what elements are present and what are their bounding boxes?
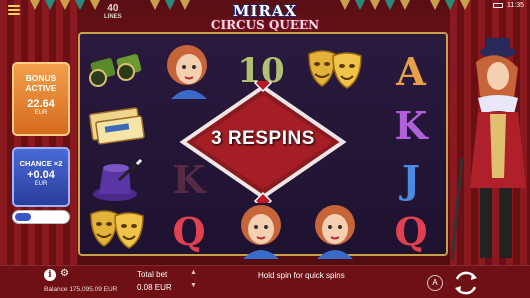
info-button[interactable]: i — [44, 269, 56, 281]
battery-icon — [493, 3, 503, 8]
comedy-masks-icon — [90, 210, 144, 249]
status-bar: 11:35 — [493, 2, 524, 9]
bet-decrease-icon[interactable]: ▼ — [190, 282, 197, 289]
bonus-active-panel: BONUS ACTIVE 22.64 EUR — [12, 62, 70, 136]
gear-icon[interactable]: ⚙ — [60, 269, 70, 279]
balance-display: Balance 175,095.09 EUR — [44, 286, 117, 293]
letter-k: K — [394, 102, 428, 148]
total-bet-value: 0.08 EUR — [137, 283, 172, 292]
spin-button[interactable] — [452, 269, 480, 297]
symbol-circus-queen — [300, 196, 370, 266]
letter-q: Q — [394, 208, 428, 254]
clock: 11:35 — [507, 2, 524, 9]
autoplay-button[interactable]: A — [427, 275, 443, 291]
bet-increase-icon[interactable]: ▲ — [190, 269, 197, 276]
binoculars-icon — [89, 54, 142, 87]
bonus-value: 22.64 — [27, 97, 55, 110]
letter-a: A — [396, 48, 426, 94]
lines-number: 40 — [107, 3, 119, 14]
circus-queen-portrait-icon — [241, 205, 281, 259]
bonus-title-line2: ACTIVE — [25, 82, 57, 93]
balance-value: 175,095.09 EUR — [69, 286, 118, 293]
chance-currency: EUR — [34, 181, 48, 187]
symbol-circus-queen — [226, 196, 296, 266]
letter-j: J — [402, 156, 420, 202]
chance-x2-panel[interactable]: CHANCE ×2 +0.04 EUR — [12, 147, 70, 207]
ticket-icon — [88, 107, 145, 145]
symbol-letter-q: Q — [376, 196, 446, 266]
menu-line — [8, 5, 20, 7]
chance-toggle[interactable] — [12, 210, 70, 224]
chance-value: +0.04 — [27, 169, 55, 181]
game-stage: 11:35 40 LINES MIRAX CIRCUS QUEEN K Q 10… — [0, 0, 530, 298]
quick-spin-hint: Hold spin for quick spins — [258, 271, 345, 280]
lines-label: LINES — [104, 14, 122, 20]
menu-button[interactable] — [8, 5, 20, 15]
chance-title: CHANCE ×2 — [19, 159, 63, 168]
game-logo: MIRAX CIRCUS QUEEN — [205, 2, 325, 36]
letter-q: Q — [172, 208, 206, 254]
symbol-comedy-masks — [82, 196, 152, 266]
lines-indicator: 40 LINES — [104, 3, 122, 21]
menu-line — [8, 13, 20, 15]
logo-title: CIRCUS QUEEN — [210, 18, 320, 32]
respin-count-label: 3 RESPINS — [211, 128, 315, 149]
ringmaster-character — [450, 38, 526, 261]
circus-queen-portrait-icon — [315, 205, 355, 259]
bottom-bar: i ⚙ Balance 175,095.09 EUR Total bet 0.0… — [0, 265, 530, 298]
menu-line — [8, 9, 20, 11]
toggle-knob — [15, 213, 31, 221]
balance-label: Balance — [44, 286, 68, 293]
total-bet-label: Total bet — [137, 270, 168, 279]
symbol-letter-q: Q — [154, 196, 224, 266]
bonus-currency: EUR — [34, 109, 48, 116]
